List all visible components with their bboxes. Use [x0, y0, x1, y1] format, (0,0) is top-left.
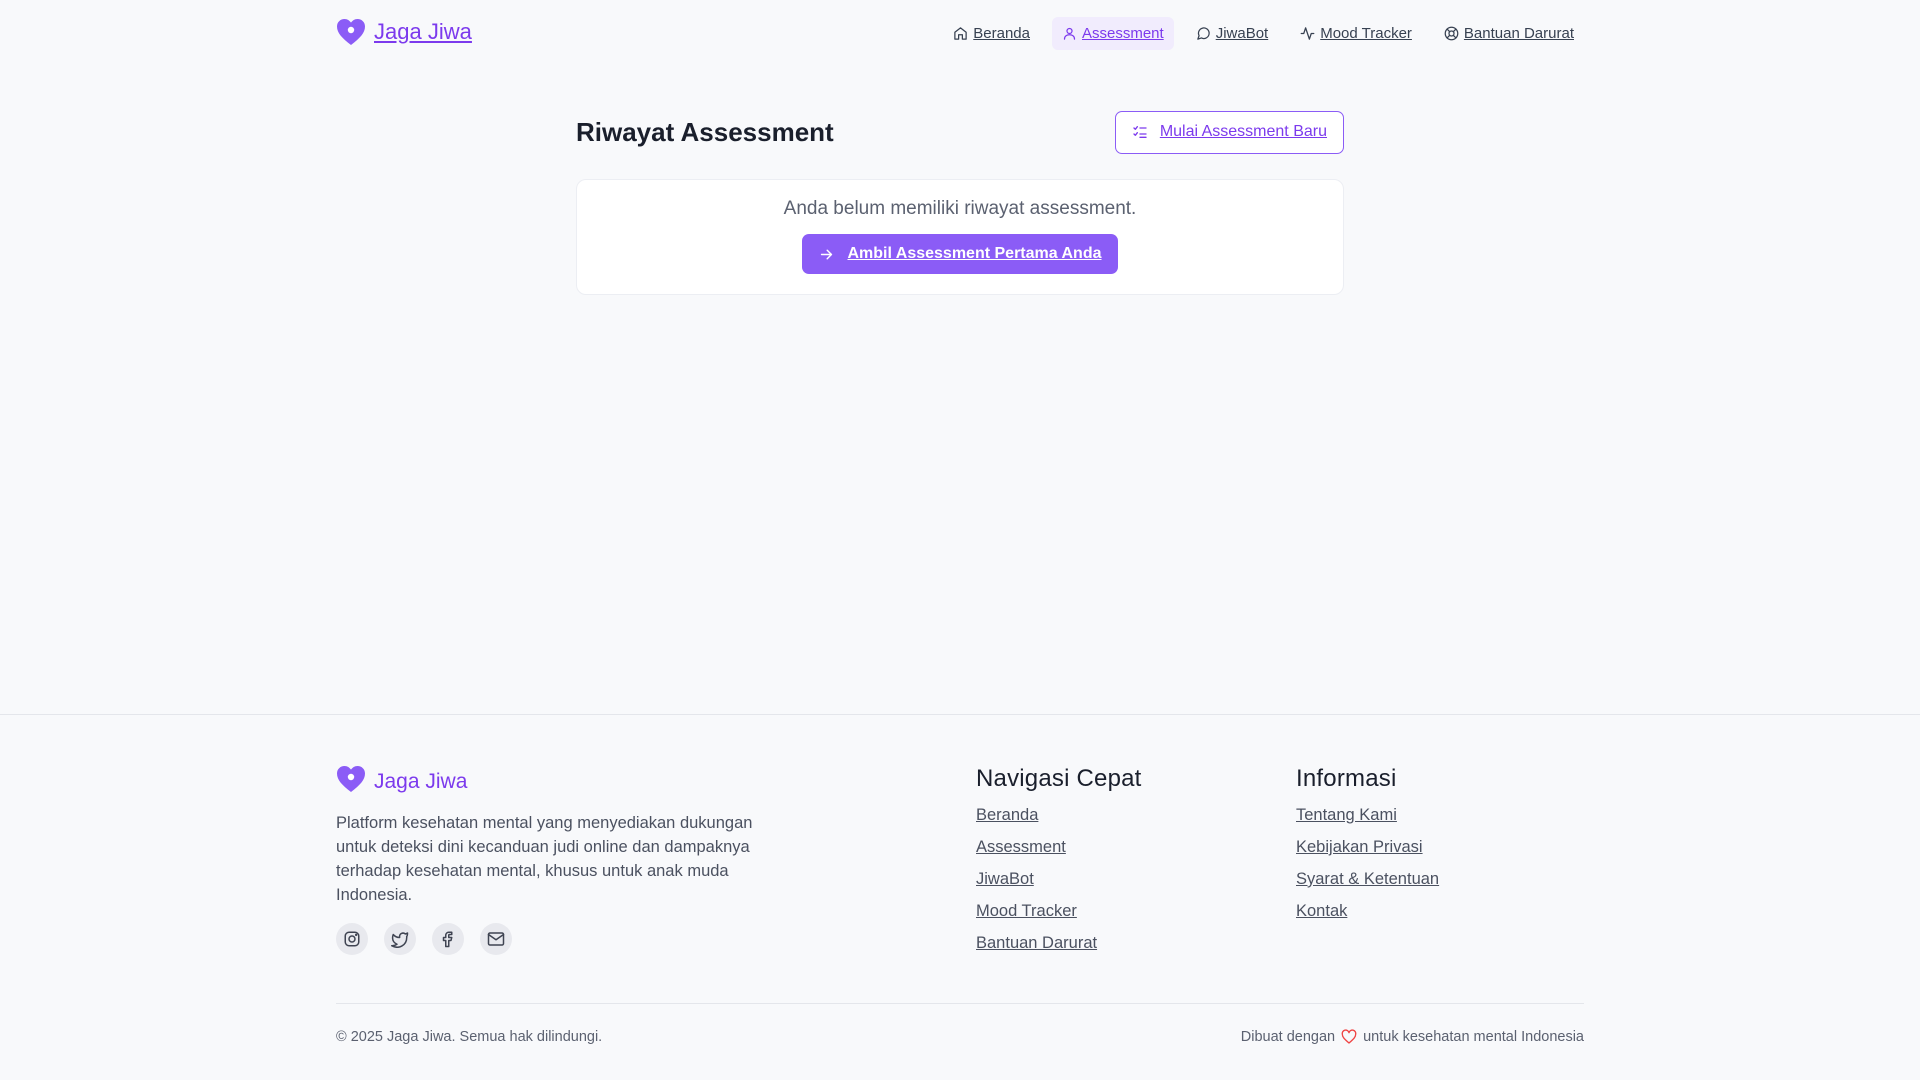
mail-icon — [487, 932, 505, 946]
footer-link-mood-tracker[interactable]: Mood Tracker — [976, 901, 1142, 933]
footer-link-syarat-ketentuan[interactable]: Syarat & Ketentuan — [1296, 869, 1439, 901]
nav-item-bantuan-darurat[interactable]: Bantuan Darurat — [1434, 17, 1584, 50]
page-title: Riwayat Assessment — [576, 116, 834, 147]
social-mail[interactable] — [480, 923, 512, 955]
social-links — [336, 923, 512, 955]
nav-label: Assessment — [1081, 25, 1164, 42]
main-nav: Beranda Assessment JiwaBot Mood Tracker … — [943, 17, 1584, 50]
nav-item-assessment[interactable]: Assessment — [1051, 17, 1174, 50]
arrow-right-icon — [821, 249, 833, 259]
nav-item-beranda[interactable]: Beranda — [943, 17, 1040, 50]
instagram-icon — [344, 931, 360, 947]
heart-outline-icon — [1341, 1029, 1357, 1044]
facebook-icon — [442, 931, 453, 948]
heart-logo-icon — [336, 18, 366, 46]
footer-info: Informasi Tentang Kami Kebijakan Privasi… — [1296, 765, 1439, 933]
user-icon — [1063, 27, 1076, 40]
made-with-suffix: untuk kesehatan mental Indonesia — [1363, 1029, 1584, 1045]
footer-quick-nav: Navigasi Cepat Beranda Assessment JiwaBo… — [976, 765, 1142, 965]
social-facebook[interactable] — [432, 923, 464, 955]
nav-item-jiwabot[interactable]: JiwaBot — [1186, 17, 1279, 50]
brand-name: Jaga Jiwa — [374, 19, 472, 44]
footer-link-kontak[interactable]: Kontak — [1296, 901, 1439, 933]
quick-nav-title: Navigasi Cepat — [976, 765, 1142, 792]
heart-logo-icon — [336, 765, 366, 798]
home-icon — [954, 27, 968, 40]
top-navbar: Jaga Jiwa Beranda Assessment JiwaBot Moo… — [0, 0, 1920, 68]
footer-brand: Jaga Jiwa — [336, 765, 467, 798]
footer-link-kebijakan-privasi[interactable]: Kebijakan Privasi — [1296, 837, 1439, 869]
footer-link-beranda[interactable]: Beranda — [976, 805, 1142, 837]
info-title: Informasi — [1296, 765, 1397, 792]
new-assessment-button[interactable]: Mulai Assessment Baru — [1114, 110, 1344, 154]
page-header: Riwayat Assessment Mulai Assessment Baru — [576, 110, 1344, 154]
footer-brand-name: Jaga Jiwa — [374, 769, 468, 793]
footer-description: Platform kesehatan mental yang menyediak… — [336, 814, 753, 904]
nav-label: Beranda — [973, 25, 1030, 42]
footer-link-tentang-kami[interactable]: Tentang Kami — [1296, 805, 1439, 837]
nav-label: Mood Tracker — [1320, 25, 1412, 42]
made-with-text: Dibuat dengan untuk kesehatan mental Ind… — [1241, 1029, 1584, 1045]
new-assessment-label: Mulai Assessment Baru — [1159, 123, 1327, 140]
empty-state-card: Anda belum memiliki riwayat assessment. … — [576, 179, 1344, 295]
social-twitter[interactable] — [384, 923, 416, 955]
footer-link-jiwabot[interactable]: JiwaBot — [976, 869, 1142, 901]
footer-link-assessment[interactable]: Assessment — [976, 837, 1142, 869]
footer: Jaga Jiwa Platform kesehatan mental yang… — [0, 714, 1920, 1080]
twitter-icon — [391, 932, 409, 948]
brand-link[interactable]: Jaga Jiwa — [336, 18, 472, 46]
chat-bubble-icon — [1196, 27, 1210, 40]
list-checks-icon — [1133, 126, 1147, 138]
made-with-prefix: Dibuat dengan — [1240, 1029, 1336, 1045]
footer-link-bantuan-darurat[interactable]: Bantuan Darurat — [976, 933, 1142, 965]
main-content: Riwayat Assessment Mulai Assessment Baru… — [576, 110, 1344, 295]
lifebuoy-icon — [1444, 26, 1459, 41]
nav-item-mood-tracker[interactable]: Mood Tracker — [1290, 17, 1422, 50]
nav-label: Bantuan Darurat — [1463, 25, 1574, 42]
nav-label: JiwaBot — [1215, 25, 1269, 42]
activity-icon — [1300, 27, 1315, 40]
social-instagram[interactable] — [336, 923, 368, 955]
empty-state-message: Anda belum memiliki riwayat assessment. — [783, 198, 1137, 219]
copyright-text: © 2025 Jaga Jiwa. Semua hak dilindungi. — [336, 1029, 603, 1045]
footer-divider — [336, 1003, 1584, 1004]
first-assessment-button[interactable]: Ambil Assessment Pertama Anda — [802, 234, 1118, 274]
first-assessment-label: Ambil Assessment Pertama Anda — [847, 245, 1102, 262]
